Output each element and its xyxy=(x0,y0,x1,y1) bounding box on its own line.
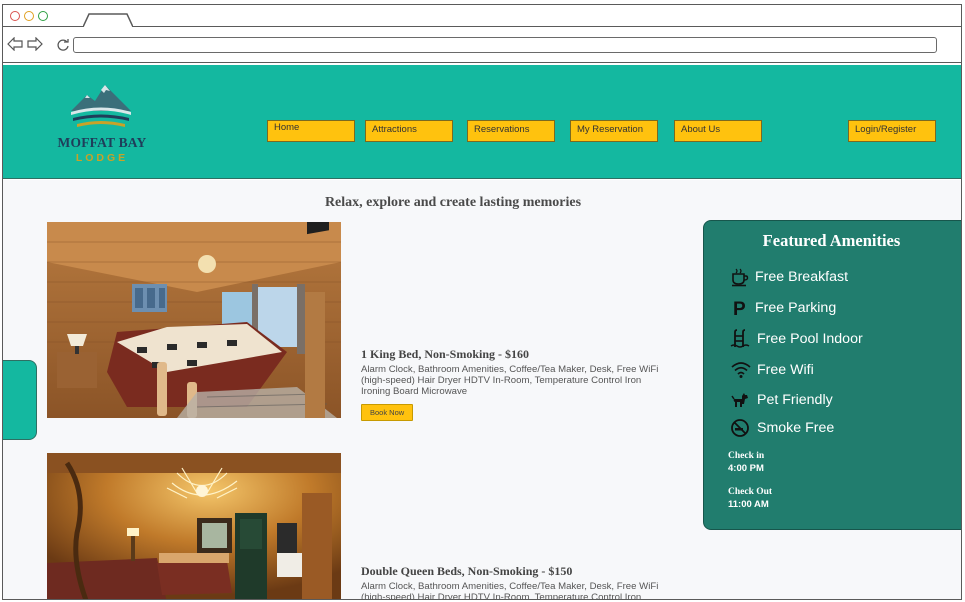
pet-icon xyxy=(731,393,748,407)
amenities-title: Featured Amenities xyxy=(762,231,901,250)
nav-my-reservation-button[interactable]: My Reservation xyxy=(570,120,658,142)
coffee-icon xyxy=(732,268,749,287)
amenity-smoke-free: Smoke Free xyxy=(730,418,834,438)
room-double-queen-title: Double Queen Beds, Non-Smoking - $150 xyxy=(361,564,573,578)
room-double-queen-description: Alarm Clock, Bathroom Amenities, Coffee/… xyxy=(361,581,659,600)
amenity-free-pool-indoor: Free Pool Indoor xyxy=(730,329,863,349)
room-king-image[interactable] xyxy=(47,222,341,418)
browser-toolbar xyxy=(3,27,961,63)
no-smoking-icon xyxy=(731,419,749,437)
logo-name: MOFFAT BAY xyxy=(57,135,147,150)
book-now-button[interactable]: Book Now xyxy=(361,404,414,421)
browser-window: MOFFAT BAY LODGE Home Attractions Reserv… xyxy=(2,4,962,600)
pool-icon xyxy=(730,329,750,348)
main-content: Relax, explore and create lasting memori… xyxy=(3,180,961,600)
mountain-logo-icon xyxy=(71,85,131,127)
logo-subtitle: LODGE xyxy=(75,152,129,164)
amenity-label: Free Pool Indoor xyxy=(757,331,863,347)
amenity-label: Free Parking xyxy=(755,300,837,316)
wifi-icon xyxy=(731,362,751,378)
room-king-info: 1 King Bed, Non-Smoking - $160 Alarm Clo… xyxy=(361,347,661,421)
amenity-label: Free Breakfast xyxy=(755,269,849,285)
back-arrow-icon[interactable] xyxy=(7,37,23,51)
login-register-button[interactable]: Login/Register xyxy=(848,120,936,142)
address-bar-input[interactable] xyxy=(73,37,937,53)
check-out-label: Check Out xyxy=(728,487,773,497)
room-double-queen-info: Double Queen Beds, Non-Smoking - $150 Al… xyxy=(361,564,661,600)
reload-icon[interactable] xyxy=(55,38,71,52)
amenity-free-parking: P Free Parking xyxy=(730,298,836,318)
side-tab[interactable] xyxy=(3,360,37,440)
forward-arrow-icon[interactable] xyxy=(27,37,43,51)
nav-attractions-button[interactable]: Attractions xyxy=(365,120,453,142)
check-in-time: 4:00 PM xyxy=(728,463,764,474)
svg-text:P: P xyxy=(733,299,746,318)
nav-home-button[interactable]: Home xyxy=(267,120,355,142)
site-logo[interactable]: MOFFAT BAY LODGE xyxy=(47,81,157,164)
check-in-label: Check in xyxy=(728,451,765,461)
amenity-pet-friendly: Pet Friendly xyxy=(730,390,833,410)
amenity-label: Pet Friendly xyxy=(757,392,833,408)
site-header: MOFFAT BAY LODGE Home Attractions Reserv… xyxy=(3,65,961,179)
check-out-time: 11:00 AM xyxy=(728,499,769,510)
close-window-button[interactable] xyxy=(10,11,20,21)
amenity-free-wifi: Free Wifi xyxy=(730,360,814,380)
browser-tab[interactable] xyxy=(83,13,133,27)
amenity-label: Smoke Free xyxy=(757,420,835,436)
featured-amenities-panel: Featured Amenities Free Breakfast P Free… xyxy=(703,220,961,530)
room-king-title: 1 King Bed, Non-Smoking - $160 xyxy=(361,347,530,361)
page-tagline: Relax, explore and create lasting memori… xyxy=(324,195,582,210)
maximize-window-button[interactable] xyxy=(38,11,48,21)
amenity-free-breakfast: Free Breakfast xyxy=(730,267,848,287)
nav-about-us-button[interactable]: About Us xyxy=(674,120,762,142)
room-double-queen-image[interactable] xyxy=(47,453,341,599)
minimize-window-button[interactable] xyxy=(24,11,34,21)
room-king-description: Alarm Clock, Bathroom Amenities, Coffee/… xyxy=(361,364,659,397)
parking-icon: P xyxy=(733,299,746,318)
amenity-label: Free Wifi xyxy=(757,362,814,378)
browser-titlebar xyxy=(3,5,961,27)
nav-reservations-button[interactable]: Reservations xyxy=(467,120,555,142)
